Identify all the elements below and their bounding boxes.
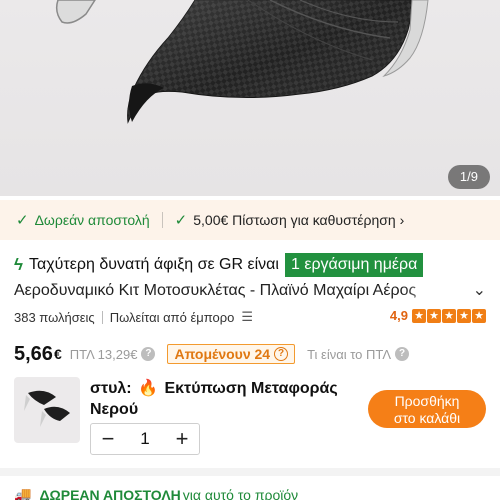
star-icon: ★ [457, 308, 471, 323]
truck-icon: 🚚 [14, 486, 32, 500]
add-to-cart-line1: Προσθήκη [394, 393, 460, 409]
price-currency: € [53, 346, 62, 362]
style-key: στυλ: [90, 380, 132, 397]
stock-remaining-text: Απομένουν 24 [174, 346, 271, 362]
variant-thumbnail[interactable] [14, 377, 80, 443]
divider [161, 212, 163, 228]
sales-count: 383 πωλήσεις [14, 309, 95, 325]
increase-button[interactable]: + [165, 424, 199, 454]
variant-image [24, 390, 70, 427]
star-icon: ★ [472, 308, 486, 323]
free-shipping-text: Δωρεάν αποστολή [34, 212, 150, 228]
product-title[interactable]: Αεροδυναμικό Κιτ Μοτοσυκλέτας - Πλαϊνό Μ… [14, 281, 454, 301]
question-icon: ? [274, 347, 289, 361]
product-image [55, 0, 429, 124]
free-shipping-label: ΔΩΡΕΑΝ ΑΠΟΣΤΟΛΗ [39, 486, 181, 500]
info-icon[interactable]: ? [141, 347, 156, 361]
check-icon: ✓ [16, 212, 29, 229]
what-is-ptl-link[interactable]: Τι είναι το ΠΤΛ [307, 347, 391, 362]
stock-remaining-badge[interactable]: Απομένουν 24 ? [167, 344, 296, 364]
rating-value: 4,9 [389, 308, 408, 323]
seller-text[interactable]: Πωλείται από έμπορο [110, 310, 235, 325]
product-image-gallery[interactable]: 1/9 [0, 0, 500, 196]
chevron-right-icon: › [399, 212, 405, 228]
quantity-value[interactable]: 1 [125, 429, 165, 449]
check-icon: ✓ [174, 212, 188, 229]
star-icon: ★ [442, 308, 456, 323]
quantity-stepper: − 1 + [90, 423, 200, 455]
sales-row: 383 πωλήσεις Πωλείται από έμπορο ☰ [14, 308, 253, 326]
arrival-days-badge: 1 εργάσιμη ημέρα [284, 253, 424, 277]
perks-strip[interactable]: ✓ Δωρεάν αποστολή ✓ 5,00€ Πίστωση για κα… [0, 200, 500, 240]
divider [101, 310, 103, 324]
price-reference: ΠΤΛ 13,29€ [69, 346, 138, 362]
fast-arrival-text: Ταχύτερη δυνατή άφιξη σε GR είναι [29, 256, 279, 273]
section-divider [0, 468, 500, 476]
lightning-icon: ϟ [14, 255, 23, 274]
image-counter: 1/9 [447, 165, 490, 189]
info-icon[interactable]: ? [395, 347, 410, 361]
flame-icon: 🔥 [138, 380, 158, 397]
late-credit-text: 5,00€ Πίστωση για καθυστέρηση [193, 212, 396, 228]
chevron-down-icon[interactable]: ⌄ [473, 280, 486, 300]
free-shipping-banner[interactable]: 🚚 ΔΩΡΕΑΝ ΑΠΟΣΤΟΛΗ για αυτό το προϊόν [14, 486, 298, 500]
fast-arrival: ϟ Ταχύτερη δυνατή άφιξη σε GR είναι 1 ερ… [14, 253, 424, 277]
add-to-cart-button[interactable]: Προσθήκη στο καλάθι [368, 390, 486, 428]
style-selector[interactable]: στυλ: 🔥 Εκτύπωση Μεταφοράς Νερού [90, 378, 340, 420]
add-to-cart-line2: στο καλάθι [393, 410, 461, 426]
price-row: 5,66 € ΠΤΛ 13,29€ ? Απομένουν 24 ? Τι εί… [14, 341, 410, 367]
price-main: 5,66 [14, 342, 53, 365]
free-shipping-detail: για αυτό το προϊόν [182, 486, 299, 500]
rating[interactable]: 4,9 ★ ★ ★ ★ ★ [390, 308, 486, 323]
star-icon: ★ [427, 308, 441, 323]
rating-stars: ★ ★ ★ ★ ★ [411, 308, 486, 323]
list-icon[interactable]: ☰ [241, 309, 253, 325]
star-icon: ★ [412, 308, 426, 323]
decrease-button[interactable]: − [91, 424, 125, 454]
